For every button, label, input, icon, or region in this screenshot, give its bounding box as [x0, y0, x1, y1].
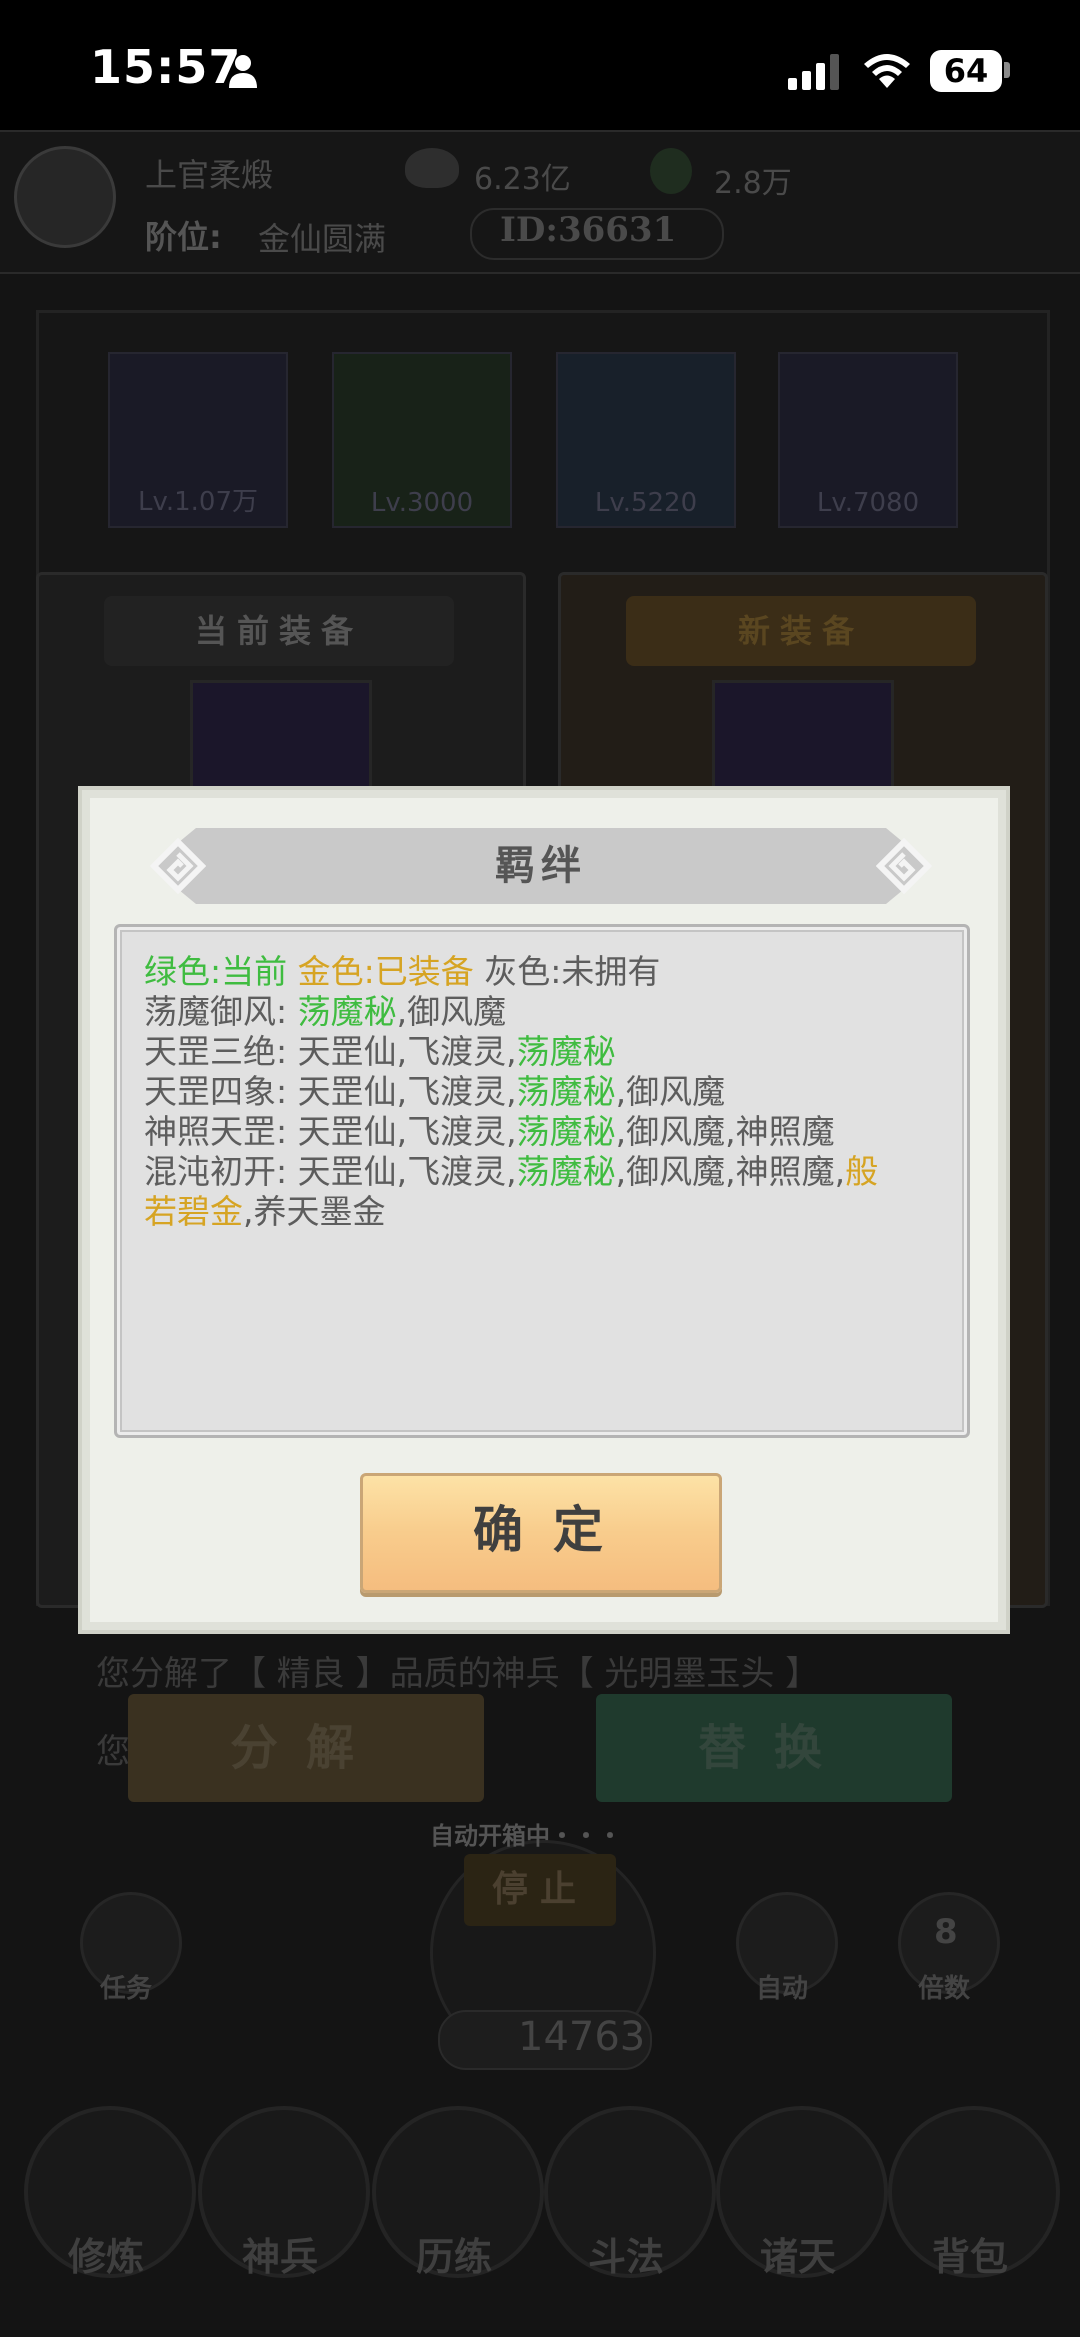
jade-bag-icon	[650, 148, 692, 194]
player-avatar[interactable]	[14, 146, 116, 248]
bond-line: 混沌初开: 天罡仙,飞渡灵,荡魔秘,御风魔,神照魔,般	[144, 1152, 944, 1192]
equipment-slot[interactable]: Lv.5220	[556, 352, 736, 528]
person-icon	[229, 55, 257, 88]
rank-value: 金仙圆满	[258, 220, 387, 258]
confirm-label: 确定	[473, 1501, 633, 1559]
bond-list: 绿色:当前 金色:已装备 灰色:未拥有 荡魔御风: 荡魔秘,御风魔 天罡三绝: 天…	[144, 952, 944, 1232]
bond-member: 般	[845, 1152, 879, 1191]
rank-label: 阶位:	[145, 218, 222, 256]
nav-label: 神兵	[241, 2235, 318, 2279]
bond-member: ,御风魔	[396, 992, 507, 1031]
log-line: 您	[96, 1732, 130, 1772]
decompose-button[interactable]: 分解	[128, 1694, 484, 1802]
slot-level: Lv.3000	[370, 488, 474, 518]
replace-button[interactable]: 替换	[596, 1694, 952, 1802]
player-id: ID:36631	[500, 210, 677, 250]
bond-member: ,御风魔	[615, 1072, 726, 1111]
legend-green: 绿色:当前	[144, 952, 288, 991]
task-label: 任务	[100, 1974, 153, 2004]
status-time: 15:57	[90, 40, 242, 94]
bond-member: 天罡仙,飞渡灵,	[297, 1112, 517, 1151]
bond-lines: 荡魔御风: 荡魔秘,御风魔 天罡三绝: 天罡仙,飞渡灵,荡魔秘 天罡四象: 天罡仙,…	[144, 992, 944, 1232]
auto-status: 自动开箱中・・・	[430, 1822, 622, 1850]
bond-name: 混沌初开:	[144, 1152, 298, 1191]
times-badge: 8	[934, 1912, 958, 1952]
equipment-slot[interactable]: Lv.7080	[778, 352, 958, 528]
nav-label: 修炼	[67, 2235, 144, 2279]
battery-level: 64	[943, 52, 989, 90]
bond-member: ,御风魔,神照魔,	[615, 1152, 846, 1191]
dialog-title: 羁绊	[495, 843, 587, 889]
bond-line: 荡魔御风: 荡魔秘,御风魔	[144, 992, 944, 1032]
bond-member: 若碧金	[144, 1192, 243, 1231]
slot-level: Lv.7080	[816, 488, 920, 518]
bond-name: 天罡三绝:	[144, 1032, 298, 1071]
bond-member: 荡魔秘	[297, 992, 397, 1031]
spirit-stone-count: 6.23亿	[474, 162, 571, 197]
bond-name: 神照天罡:	[144, 1112, 298, 1151]
bond-line: 天罡四象: 天罡仙,飞渡灵,荡魔秘,御风魔	[144, 1072, 944, 1112]
battery-tip	[1004, 62, 1010, 78]
equipment-slot[interactable]: Lv.1.07万	[108, 352, 288, 528]
cellular-signal-icon	[788, 54, 839, 90]
current-equipment-label: 当前装备	[104, 596, 454, 666]
bond-member: 荡魔秘	[516, 1072, 616, 1111]
nav-label: 斗法	[587, 2235, 664, 2279]
slot-level: Lv.1.07万	[137, 487, 258, 517]
bond-member: 荡魔秘	[516, 1152, 616, 1191]
bond-member: 荡魔秘	[516, 1112, 616, 1151]
bond-member: 天罡仙,飞渡灵,	[297, 1032, 517, 1071]
new-equipment-label: 新装备	[626, 596, 976, 666]
bond-name: 天罡四象:	[144, 1072, 298, 1111]
legend-gold: 金色:已装备	[297, 952, 474, 991]
slot-level: Lv.5220	[594, 488, 698, 518]
player-name: 上官柔煅	[145, 156, 274, 194]
new-weapon-icon	[712, 680, 894, 796]
jade-count: 2.8万	[714, 166, 792, 201]
bond-line: 神照天罡: 天罡仙,飞渡灵,荡魔秘,御风魔,神照魔	[144, 1112, 944, 1152]
bond-line: 天罡三绝: 天罡仙,飞渡灵,荡魔秘	[144, 1032, 944, 1072]
bond-member: 天罡仙,飞渡灵,	[297, 1072, 517, 1111]
equipment-slot[interactable]: Lv.3000	[332, 352, 512, 528]
bond-member: 荡魔秘	[516, 1032, 616, 1071]
stop-button[interactable]: 停止	[464, 1854, 616, 1926]
auto-label: 自动	[756, 1974, 809, 2004]
nav-label: 背包	[931, 2235, 1008, 2279]
nav-label: 诸天	[759, 2235, 836, 2279]
bond-name: 荡魔御风:	[144, 992, 298, 1031]
bond-line: 若碧金,养天墨金	[144, 1192, 944, 1232]
chest-count: 14763	[518, 2014, 646, 2060]
current-weapon-icon	[190, 680, 372, 796]
log-line: 您分解了【 精良 】品质的神兵【 光明墨玉头 】	[96, 1654, 820, 1694]
times-label: 倍数	[918, 1974, 971, 2004]
spirit-stone-icon	[405, 148, 459, 188]
legend-gray: 灰色:未拥有	[484, 952, 661, 991]
nav-label: 历练	[415, 2235, 492, 2279]
wifi-icon	[864, 54, 910, 88]
bond-member: ,养天墨金	[243, 1192, 386, 1231]
color-legend: 绿色:当前 金色:已装备 灰色:未拥有	[144, 952, 944, 992]
battery-icon: 64	[930, 50, 1002, 92]
bond-member: 天罡仙,飞渡灵,	[297, 1152, 517, 1191]
bond-member: ,御风魔,神照魔	[615, 1112, 835, 1151]
